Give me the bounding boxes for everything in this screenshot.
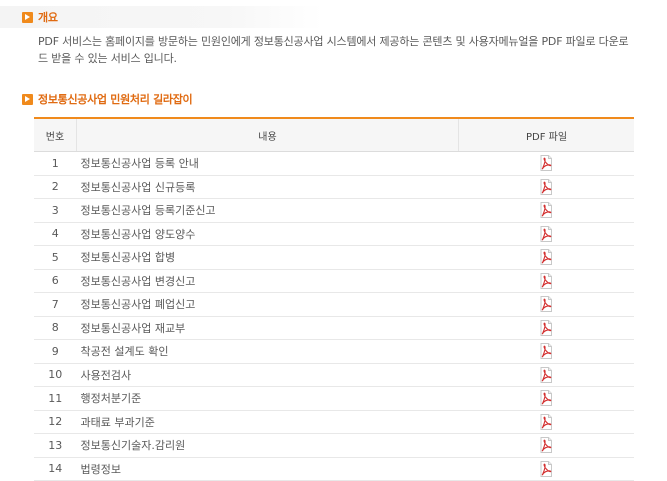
row-number: 5	[34, 245, 77, 270]
pdf-download-link[interactable]	[458, 198, 634, 223]
row-number: 9	[34, 339, 77, 364]
pdf-download-link[interactable]	[458, 433, 634, 458]
pdf-file-icon[interactable]	[538, 202, 554, 219]
row-number: 11	[34, 386, 77, 411]
row-number: 1	[34, 151, 77, 176]
row-content: 정보통신공사업 등록기준신고	[76, 198, 459, 223]
table-row: 1 정보통신공사업 등록 안내	[34, 151, 634, 176]
row-number: 4	[34, 222, 77, 246]
table-row: 7 정보통신공사업 폐업신고	[34, 292, 634, 317]
pdf-download-link[interactable]	[458, 151, 634, 176]
row-content: 정보통신공사업 신규등록	[76, 175, 459, 199]
row-number: 8	[34, 316, 77, 340]
pdf-file-icon[interactable]	[538, 272, 554, 289]
row-number: 2	[34, 175, 77, 199]
pdf-file-icon[interactable]	[538, 413, 554, 430]
pdf-file-icon[interactable]	[538, 460, 554, 477]
row-number: 7	[34, 292, 77, 317]
guide-header: 정보통신공사업 민원처리 길라잡이	[0, 88, 260, 110]
row-content: 정보통신공사업 변경신고	[76, 269, 459, 293]
table-row: 3 정보통신공사업 등록기준신고	[34, 198, 634, 223]
table-row: 5 정보통신공사업 합병	[34, 245, 634, 270]
row-content: 법령정보	[76, 457, 459, 481]
row-number: 12	[34, 410, 77, 434]
row-content: 정보통신공사업 등록 안내	[76, 151, 459, 176]
pdf-download-link[interactable]	[458, 175, 634, 199]
pdf-file-icon[interactable]	[538, 390, 554, 407]
pdf-download-link[interactable]	[458, 269, 634, 293]
table-row: 6 정보통신공사업 변경신고	[34, 269, 634, 293]
row-content: 정보통신기술자.감리원	[76, 433, 459, 458]
row-content: 착공전 설계도 확인	[76, 339, 459, 364]
row-content: 사용전검사	[76, 363, 459, 387]
pdf-file-icon[interactable]	[538, 178, 554, 195]
pdf-file-icon[interactable]	[538, 296, 554, 313]
pdf-download-link[interactable]	[458, 363, 634, 387]
table-row: 10 사용전검사	[34, 363, 634, 387]
table-row: 12 과태료 부과기준	[34, 410, 634, 434]
row-number: 6	[34, 269, 77, 293]
table-row: 14 법령정보	[34, 457, 634, 481]
column-header-pdf: PDF 파일	[458, 117, 634, 152]
pdf-file-icon[interactable]	[538, 366, 554, 383]
pdf-download-link[interactable]	[458, 339, 634, 364]
overview-description: PDF 서비스는 홈페이지를 방문하는 민원인에게 정보통신공사업 시스템에서 …	[38, 35, 629, 65]
row-number: 10	[34, 363, 77, 387]
pdf-file-icon[interactable]	[538, 319, 554, 336]
pdf-file-icon[interactable]	[538, 437, 554, 454]
pdf-download-link[interactable]	[458, 386, 634, 411]
pdf-download-link[interactable]	[458, 457, 634, 481]
guide-title: 정보통신공사업 민원처리 길라잡이	[38, 93, 193, 106]
row-number: 13	[34, 433, 77, 458]
table-row: 11 행정처분기준	[34, 386, 634, 411]
column-header-content: 내용	[76, 117, 459, 152]
row-content: 과태료 부과기준	[76, 410, 459, 434]
table-row: 4 정보통신공사업 양도양수	[34, 222, 634, 246]
row-content: 정보통신공사업 폐업신고	[76, 292, 459, 317]
table-row: 2 정보통신공사업 신규등록	[34, 175, 634, 199]
row-content: 정보통신공사업 양도양수	[76, 222, 459, 246]
pdf-file-icon[interactable]	[538, 225, 554, 242]
row-content: 정보통신공사업 재교부	[76, 316, 459, 340]
orange-arrow-icon	[22, 93, 33, 105]
table-row: 9 착공전 설계도 확인	[34, 339, 634, 364]
pdf-download-link[interactable]	[458, 222, 634, 246]
pdf-file-icon[interactable]	[538, 343, 554, 360]
pdf-download-link[interactable]	[458, 245, 634, 270]
row-content: 행정처분기준	[76, 386, 459, 411]
pdf-file-icon[interactable]	[538, 249, 554, 266]
table-header-row: 번호 내용 PDF 파일	[34, 117, 634, 152]
overview-title: 개요	[38, 11, 58, 24]
table-row: 8 정보통신공사업 재교부	[34, 316, 634, 340]
pdf-download-table: 번호 내용 PDF 파일 1 정보통신공사업 등록 안내 2 정보통신공사업 신…	[34, 117, 634, 481]
pdf-download-link[interactable]	[458, 410, 634, 434]
pdf-file-icon[interactable]	[538, 155, 554, 172]
pdf-download-link[interactable]	[458, 292, 634, 317]
column-header-num: 번호	[34, 117, 77, 152]
row-number: 14	[34, 457, 77, 481]
overview-header: 개요	[0, 6, 323, 28]
table-row: 13 정보통신기술자.감리원	[34, 433, 634, 458]
orange-arrow-icon	[22, 11, 33, 23]
pdf-download-link[interactable]	[458, 316, 634, 340]
row-content: 정보통신공사업 합병	[76, 245, 459, 270]
row-number: 3	[34, 198, 77, 223]
